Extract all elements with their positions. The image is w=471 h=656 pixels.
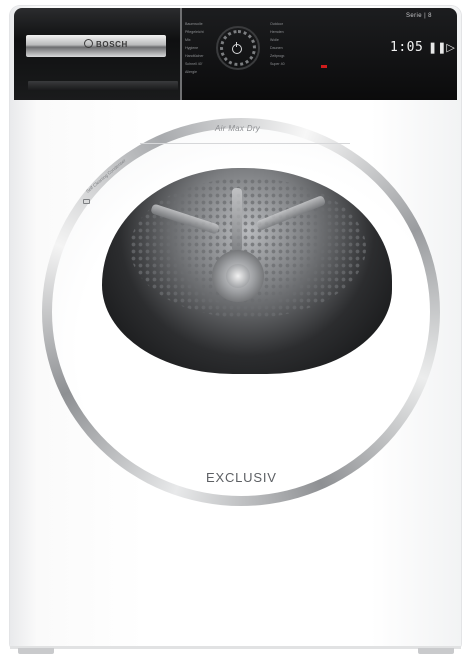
control-panel: BOSCH Serie | 8 Baumwolle Pflegeleicht M…: [14, 8, 457, 100]
water-tank-drawer[interactable]: BOSCH: [14, 8, 180, 100]
start-pause-icon[interactable]: ❚❚▷: [428, 41, 455, 54]
drum-hub-core: [226, 264, 250, 288]
program-label[interactable]: Hygiene: [185, 46, 198, 50]
foot: [418, 648, 454, 654]
program-label[interactable]: Hemden: [270, 30, 284, 34]
self-clean-icon: [83, 199, 90, 204]
door-label-rule: [140, 143, 350, 144]
drum-vane: [232, 188, 242, 252]
program-label[interactable]: Handtücher: [185, 54, 204, 58]
series-badge: Serie | 8: [406, 13, 432, 19]
program-label[interactable]: Schnell 40': [185, 62, 202, 66]
door-label: Air Max Dry: [215, 124, 261, 133]
time-display: 1:05: [390, 40, 424, 55]
program-label[interactable]: Zeitprogr.: [270, 54, 285, 58]
base-shadow: [10, 646, 461, 649]
program-label[interactable]: Baumwolle: [185, 22, 203, 26]
program-label[interactable]: Super 40: [270, 62, 285, 66]
drawer-lower-trim: [28, 81, 178, 91]
power-icon[interactable]: [232, 42, 242, 54]
program-label[interactable]: Allergie: [185, 70, 197, 74]
brand-logo-icon: [84, 39, 93, 48]
foot: [18, 648, 54, 654]
status-indicator: [321, 65, 327, 68]
program-label[interactable]: Wolle: [270, 38, 279, 42]
program-controls: Serie | 8 Baumwolle Pflegeleicht Mix Hyg…: [182, 8, 457, 100]
program-label[interactable]: Mix: [185, 38, 191, 42]
program-label[interactable]: Pflegeleicht: [185, 30, 204, 34]
model-badge: EXCLUSIV: [206, 470, 277, 485]
program-label[interactable]: Outdoor: [270, 22, 283, 26]
program-label[interactable]: Daunen: [270, 46, 283, 50]
brand-name: BOSCH: [96, 40, 128, 49]
